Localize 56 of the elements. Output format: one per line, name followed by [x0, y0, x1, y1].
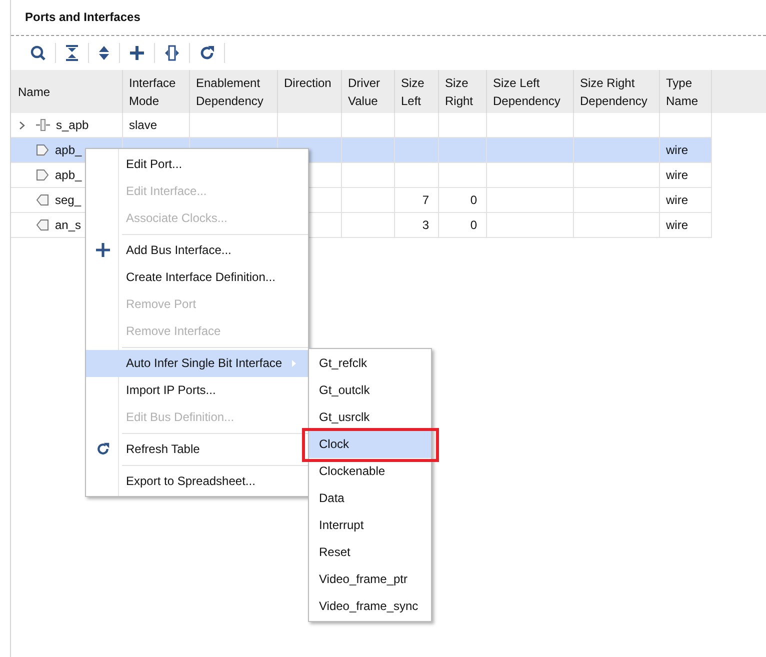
menu-item[interactable]: Gt_refclk — [309, 350, 431, 377]
menu-item[interactable]: Reset — [309, 539, 431, 566]
column-header[interactable]: Size Left Dependency — [487, 70, 574, 114]
output-port-icon — [36, 194, 49, 206]
refresh-icon — [96, 442, 110, 456]
table-cell: 0 — [470, 218, 477, 232]
menu-item[interactable]: Export to Spreadsheet... — [86, 468, 308, 495]
add-icon — [96, 243, 110, 257]
menu-item[interactable]: Clock — [309, 431, 431, 458]
menu-item[interactable]: Gt_outclk — [309, 377, 431, 404]
port-name: apb_ — [55, 142, 82, 159]
table-cell: 0 — [470, 193, 477, 207]
port-name: apb_ — [55, 167, 82, 184]
bus-interface-icon — [36, 119, 50, 131]
expand-all-icon[interactable] — [98, 45, 110, 61]
column-header[interactable]: Driver Value — [342, 70, 395, 114]
output-port-icon — [36, 219, 49, 231]
column-header[interactable]: Size Left — [395, 70, 439, 114]
menu-item[interactable]: Video_frame_sync — [309, 593, 431, 620]
menu-item[interactable]: Refresh Table — [86, 436, 308, 463]
menu-item[interactable]: Interrupt — [309, 512, 431, 539]
table-cell: 3 — [422, 218, 429, 232]
input-port-icon — [36, 144, 49, 156]
column-header[interactable]: Size Right Dependency — [574, 70, 660, 114]
menu-item[interactable]: Gt_usrclk — [309, 404, 431, 431]
chevron-right-icon[interactable] — [19, 120, 25, 130]
port-name: seg_ — [55, 192, 82, 209]
menu-item[interactable]: Video_frame_ptr — [309, 566, 431, 593]
column-header[interactable]: Enablement Dependency — [190, 70, 278, 114]
refresh-icon[interactable] — [199, 45, 215, 61]
table-cell: wire — [666, 193, 688, 207]
column-header[interactable]: Name — [11, 70, 123, 114]
column-header[interactable]: Interface Mode — [123, 70, 190, 114]
bus-interface-icon[interactable] — [164, 45, 180, 61]
port-name: an_s — [55, 217, 82, 234]
menu-item[interactable]: Add Bus Interface... — [86, 237, 308, 264]
menu-item[interactable]: Data — [309, 485, 431, 512]
table-cell: 7 — [422, 193, 429, 207]
port-name: s_apb — [56, 117, 89, 134]
panel-title: Ports and Interfaces — [24, 9, 142, 26]
menu-item[interactable]: Create Interface Definition... — [86, 264, 308, 291]
menu-item[interactable]: Auto Infer Single Bit Interface — [86, 350, 308, 377]
column-header[interactable]: Size Right — [439, 70, 487, 114]
table-cell: wire — [666, 218, 688, 232]
table-cell: wire — [666, 168, 688, 182]
search-icon[interactable] — [30, 45, 46, 61]
collapse-all-icon[interactable] — [65, 45, 79, 61]
table-cell: slave — [129, 118, 158, 132]
submenu-arrow-icon — [292, 360, 296, 367]
column-header[interactable]: Type Name — [660, 70, 712, 114]
table-cell: wire — [666, 143, 688, 157]
menu-item[interactable]: Import IP Ports... — [86, 377, 308, 404]
add-icon[interactable] — [129, 45, 145, 61]
column-header[interactable]: Direction — [278, 70, 342, 114]
menu-item[interactable]: Clockenable — [309, 458, 431, 485]
input-port-icon — [36, 169, 49, 181]
